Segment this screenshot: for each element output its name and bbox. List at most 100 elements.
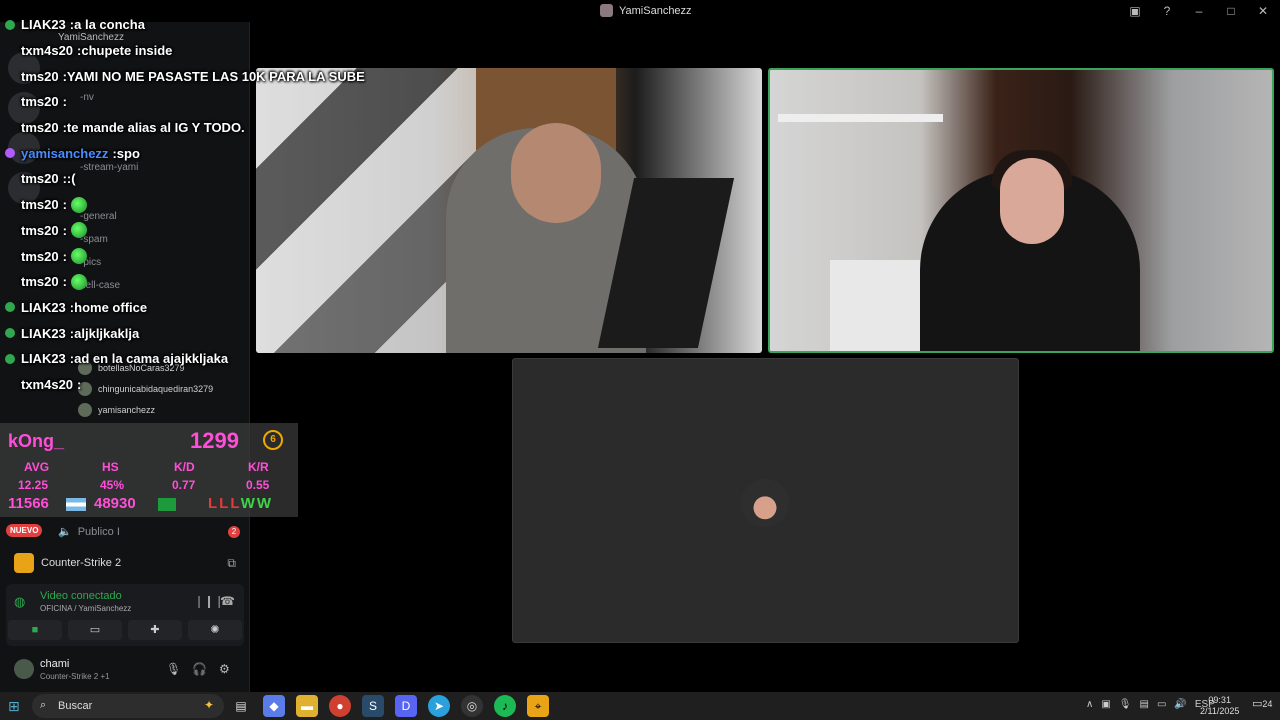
chat-username: tms20 bbox=[21, 248, 59, 264]
settings-gear-icon[interactable]: ⚙ bbox=[219, 662, 230, 676]
cs2-taskbar-icon[interactable]: ⌖ bbox=[527, 695, 549, 717]
chat-text: a la concha bbox=[74, 17, 145, 33]
user-status: Counter-Strike 2 +1 bbox=[40, 672, 110, 681]
chat-badge-icon bbox=[5, 174, 15, 184]
chat-username: tms20 bbox=[21, 171, 59, 187]
spotify-icon[interactable]: ♪ bbox=[494, 695, 516, 717]
tray-network-icon[interactable]: ▤ bbox=[1139, 699, 1148, 710]
chat-text: YAMI NO ME PASASTE LAS 10K PARA LA SUBE bbox=[66, 68, 365, 84]
chat-badge-icon bbox=[5, 71, 15, 81]
chat-message: tms20: bbox=[0, 269, 360, 295]
camera-button[interactable]: ■ bbox=[8, 620, 62, 640]
shelf bbox=[778, 114, 943, 122]
notification-count: 24 bbox=[1262, 699, 1273, 709]
voice-channel-publico[interactable]: 🔈 Publico I bbox=[58, 525, 120, 539]
voice-channel-path[interactable]: OFICINA / YamiSanchezz bbox=[40, 604, 131, 613]
maximize-button[interactable]: □ bbox=[1222, 2, 1240, 20]
voice-status[interactable]: Video conectado bbox=[40, 590, 122, 602]
chat-badge-icon bbox=[5, 277, 15, 287]
volume-icon[interactable]: 🔊 bbox=[1174, 699, 1186, 710]
member-count-badge: 2 bbox=[228, 526, 240, 538]
notification-center-icon[interactable]: ▭24 bbox=[1252, 697, 1272, 710]
stat-value: 0.77 bbox=[172, 478, 196, 492]
chat-text: aljkljkaklja bbox=[74, 325, 140, 341]
tray-mic-icon[interactable]: 🎙 bbox=[1119, 699, 1132, 710]
chat-message: LIAK23: aljkljkaklja bbox=[0, 320, 360, 346]
server-avatar-icon bbox=[600, 4, 613, 17]
username[interactable]: chami bbox=[40, 658, 69, 670]
stream-chat-overlay: LIAK23: a la concha txm4s20: chupete insi… bbox=[0, 12, 365, 397]
form-result: L bbox=[230, 495, 241, 512]
screen-share-button[interactable]: ▭ bbox=[68, 620, 122, 640]
file-explorer-icon[interactable]: ▬ bbox=[296, 695, 318, 717]
chat-badge-icon bbox=[5, 19, 15, 30]
chat-message: LIAK23: home office bbox=[0, 295, 360, 321]
chat-username: txm4s20 bbox=[21, 43, 74, 59]
screen-share-icon[interactable]: ⧉ bbox=[227, 556, 236, 571]
recent-form: LLLWW bbox=[208, 495, 273, 512]
cs2-icon bbox=[14, 553, 34, 573]
stat-header: AVG bbox=[24, 460, 50, 474]
taskbar-search[interactable]: ⌕ Buscar ✦ bbox=[32, 694, 224, 718]
tray-app-icon[interactable]: ▣ bbox=[1101, 699, 1110, 710]
search-highlight-icon: ✦ bbox=[203, 698, 214, 712]
stat-header: K/R bbox=[248, 460, 269, 474]
avatar[interactable] bbox=[14, 659, 34, 679]
help-icon[interactable]: ? bbox=[1158, 2, 1176, 20]
clock[interactable]: 09:31 2/11/2025 bbox=[1200, 695, 1239, 717]
minimize-button[interactable]: – bbox=[1190, 2, 1208, 20]
form-result: L bbox=[219, 495, 231, 512]
person-head bbox=[511, 123, 601, 223]
chat-text: home office bbox=[74, 299, 148, 315]
tray-display-icon[interactable]: ▭ bbox=[1157, 699, 1166, 710]
tray-chevron-icon[interactable]: ∧ bbox=[1086, 699, 1093, 710]
microphone-icon[interactable]: 🎙 bbox=[166, 662, 181, 676]
chat-text: te mande alias al IG Y TODO. bbox=[66, 120, 245, 136]
disconnect-icon[interactable]: ☎ bbox=[220, 594, 235, 608]
new-badge: NUEVO bbox=[6, 524, 43, 537]
activities-button[interactable]: ✚ bbox=[128, 620, 182, 640]
chat-badge-icon bbox=[5, 251, 15, 261]
copilot-icon[interactable]: ◆ bbox=[263, 695, 285, 717]
task-view-icon[interactable]: ▤ bbox=[230, 695, 252, 717]
window-controls: ▣ ? – □ ✕ bbox=[1126, 2, 1272, 20]
chat-text: chupete inside bbox=[81, 43, 173, 59]
voice-member[interactable]: yamisanchezz bbox=[78, 403, 155, 417]
discord-icon[interactable]: D bbox=[395, 695, 417, 717]
chat-emote-icon bbox=[70, 248, 87, 265]
chat-username: tms20 bbox=[21, 120, 59, 136]
chat-username: LIAK23 bbox=[21, 17, 66, 33]
game-activity-panel[interactable]: Counter-Strike 2 ⧉ bbox=[6, 548, 244, 578]
chat-message: tms20: bbox=[0, 192, 360, 218]
steam-icon[interactable]: S bbox=[362, 695, 384, 717]
signal-icon[interactable]: ◍ bbox=[14, 594, 25, 610]
soundboard-button[interactable]: ✺ bbox=[188, 620, 242, 640]
chat-badge-icon bbox=[5, 353, 15, 364]
window-title: YamiSanchezz bbox=[600, 4, 692, 17]
player-name: kOng_ bbox=[8, 431, 65, 451]
video-tile-yami[interactable] bbox=[768, 68, 1274, 353]
chat-badge-icon bbox=[5, 328, 15, 339]
windows-start-icon[interactable]: ⊞ bbox=[8, 698, 20, 715]
chat-username: tms20 bbox=[21, 222, 59, 238]
chat-badge-icon bbox=[5, 46, 15, 56]
chrome-icon[interactable]: ● bbox=[329, 695, 351, 717]
chat-text: :( bbox=[66, 171, 76, 187]
close-button[interactable]: ✕ bbox=[1254, 2, 1272, 20]
avatar bbox=[78, 403, 92, 417]
chat-username: tms20 bbox=[21, 94, 59, 110]
chat-message: yamisanchezz: spo bbox=[0, 140, 360, 166]
headphones-icon[interactable]: 🎧 bbox=[192, 662, 207, 676]
chat-username: tms20 bbox=[21, 68, 59, 84]
form-result: L bbox=[208, 495, 220, 512]
chat-separator: : bbox=[62, 222, 67, 238]
telegram-icon[interactable]: ➤ bbox=[428, 695, 450, 717]
chat-emote-icon bbox=[70, 222, 87, 239]
form-result: W bbox=[256, 495, 274, 512]
chat-separator: : bbox=[62, 248, 67, 264]
inbox-icon[interactable]: ▣ bbox=[1126, 2, 1144, 20]
video-tile-no-camera[interactable] bbox=[512, 358, 1019, 643]
elo-value: 1299 bbox=[190, 428, 239, 453]
chrome-alt-icon[interactable]: ◎ bbox=[461, 695, 483, 717]
chat-message: tms20: bbox=[0, 243, 360, 269]
